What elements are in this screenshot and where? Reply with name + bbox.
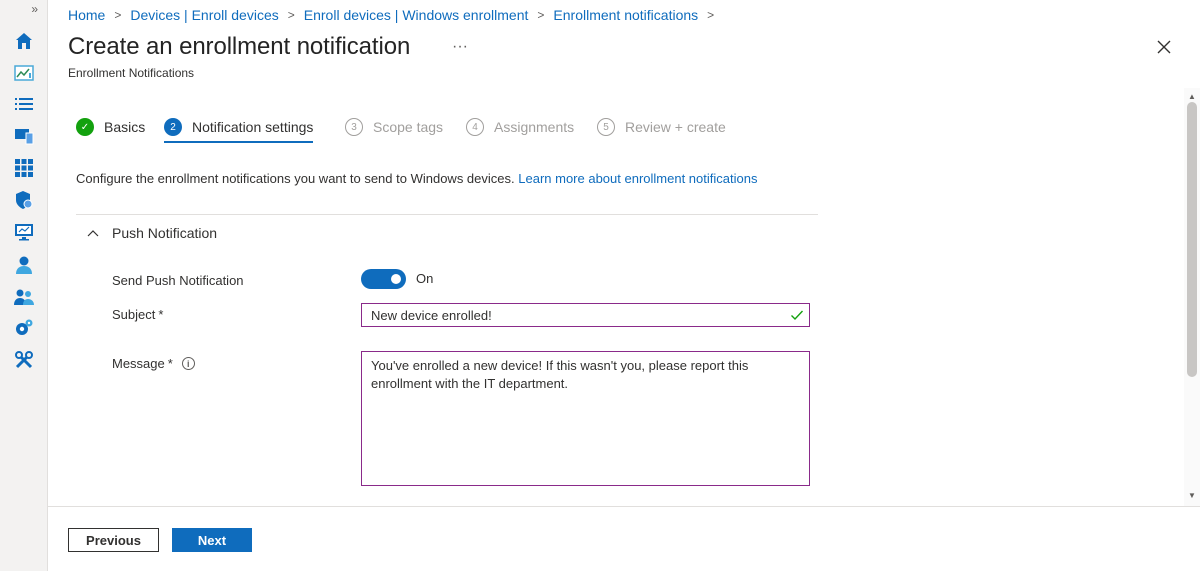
step-label: Notification settings — [192, 119, 314, 135]
required-marker: * — [158, 307, 164, 322]
home-icon[interactable] — [13, 30, 35, 52]
previous-button[interactable]: Previous — [68, 528, 159, 552]
wizard-footer: Previous Next — [48, 506, 1200, 571]
step-notification-settings[interactable]: 2 Notification settings — [164, 116, 314, 143]
message-textarea[interactable]: You've enrolled a new device! If this wa… — [361, 351, 810, 486]
more-options-button[interactable]: ··· — [452, 38, 468, 56]
toggle-knob — [391, 274, 401, 284]
send-push-label: Send Push Notification — [112, 273, 244, 288]
breadcrumb-separator: > — [707, 8, 715, 22]
step-label: Assignments — [494, 119, 575, 135]
users-icon[interactable] — [13, 254, 35, 276]
step-number-badge: 4 — [466, 118, 484, 136]
reports-icon[interactable] — [13, 221, 35, 243]
step-basics[interactable]: ✓ Basics — [76, 116, 145, 138]
step-assignments[interactable]: 4 Assignments — [466, 116, 574, 138]
expand-rail-button[interactable]: » — [0, 2, 48, 22]
page-title: Create an enrollment notification — [68, 33, 411, 60]
subject-label-text: Subject — [112, 307, 156, 322]
devices-icon[interactable] — [13, 125, 35, 147]
step-label: Basics — [104, 119, 146, 135]
check-circle-icon: ✓ — [76, 118, 94, 136]
step-review-create[interactable]: 5 Review + create — [597, 116, 726, 138]
endpoint-security-icon[interactable] — [13, 189, 35, 211]
send-push-toggle[interactable] — [361, 269, 406, 289]
breadcrumb-enrollment-notifications[interactable]: Enrollment notifications — [553, 7, 698, 23]
scroll-up-arrow-icon[interactable]: ▲ — [1188, 92, 1196, 101]
step-scope-tags[interactable]: 3 Scope tags — [345, 116, 443, 138]
breadcrumb-separator: > — [537, 8, 545, 22]
section-divider — [76, 214, 818, 215]
step-number-badge: 3 — [345, 118, 363, 136]
description-text: Configure the enrollment notifications y… — [76, 171, 519, 186]
troubleshooting-icon[interactable] — [13, 349, 35, 371]
toggle-state-label: On — [416, 271, 434, 286]
subject-label: Subject * — [112, 307, 163, 322]
info-icon[interactable]: i — [181, 357, 195, 370]
apps-icon[interactable] — [13, 157, 35, 179]
page-description: Configure the enrollment notifications y… — [76, 171, 757, 186]
learn-more-link[interactable]: Learn more about enrollment notification… — [518, 171, 757, 186]
close-icon[interactable] — [1155, 38, 1173, 56]
scroll-down-arrow-icon[interactable]: ▼ — [1188, 491, 1196, 500]
chevron-up-icon — [87, 230, 99, 237]
step-number-badge: 5 — [597, 118, 615, 136]
message-label-text: Message — [112, 356, 165, 371]
breadcrumb-separator: > — [287, 8, 295, 22]
main-content: ✓ Basics 2 Notification settings 3 Scope… — [48, 88, 1184, 506]
left-nav-rail: » — [0, 0, 48, 571]
push-notification-section-header[interactable]: Push Notification — [86, 222, 217, 244]
content-scrollbar[interactable]: ▲ ▼ — [1184, 88, 1200, 506]
message-label: Message * i — [112, 356, 195, 371]
breadcrumb-separator: > — [114, 8, 122, 22]
dashboard-icon[interactable] — [13, 62, 35, 84]
next-button[interactable]: Next — [172, 528, 252, 552]
breadcrumb-windows-enrollment[interactable]: Enroll devices | Windows enrollment — [304, 7, 529, 23]
all-services-icon[interactable] — [13, 93, 35, 115]
step-label: Scope tags — [373, 119, 444, 135]
breadcrumb-home[interactable]: Home — [68, 7, 105, 23]
breadcrumb: Home > Devices | Enroll devices > Enroll… — [68, 6, 723, 24]
section-title: Push Notification — [112, 225, 218, 241]
breadcrumb-enroll-devices[interactable]: Devices | Enroll devices — [130, 7, 278, 23]
step-label: Review + create — [625, 119, 726, 135]
page-subtitle: Enrollment Notifications — [68, 66, 195, 80]
required-marker: * — [167, 356, 173, 371]
step-number-badge: 2 — [164, 118, 182, 136]
active-step-indicator — [164, 141, 314, 143]
send-push-label-text: Send Push Notification — [112, 273, 244, 288]
scrollbar-thumb[interactable] — [1187, 102, 1197, 377]
tenant-administration-icon[interactable] — [13, 317, 35, 339]
checkmark-icon — [791, 310, 804, 321]
subject-input[interactable] — [361, 303, 810, 327]
groups-icon[interactable] — [13, 286, 35, 308]
